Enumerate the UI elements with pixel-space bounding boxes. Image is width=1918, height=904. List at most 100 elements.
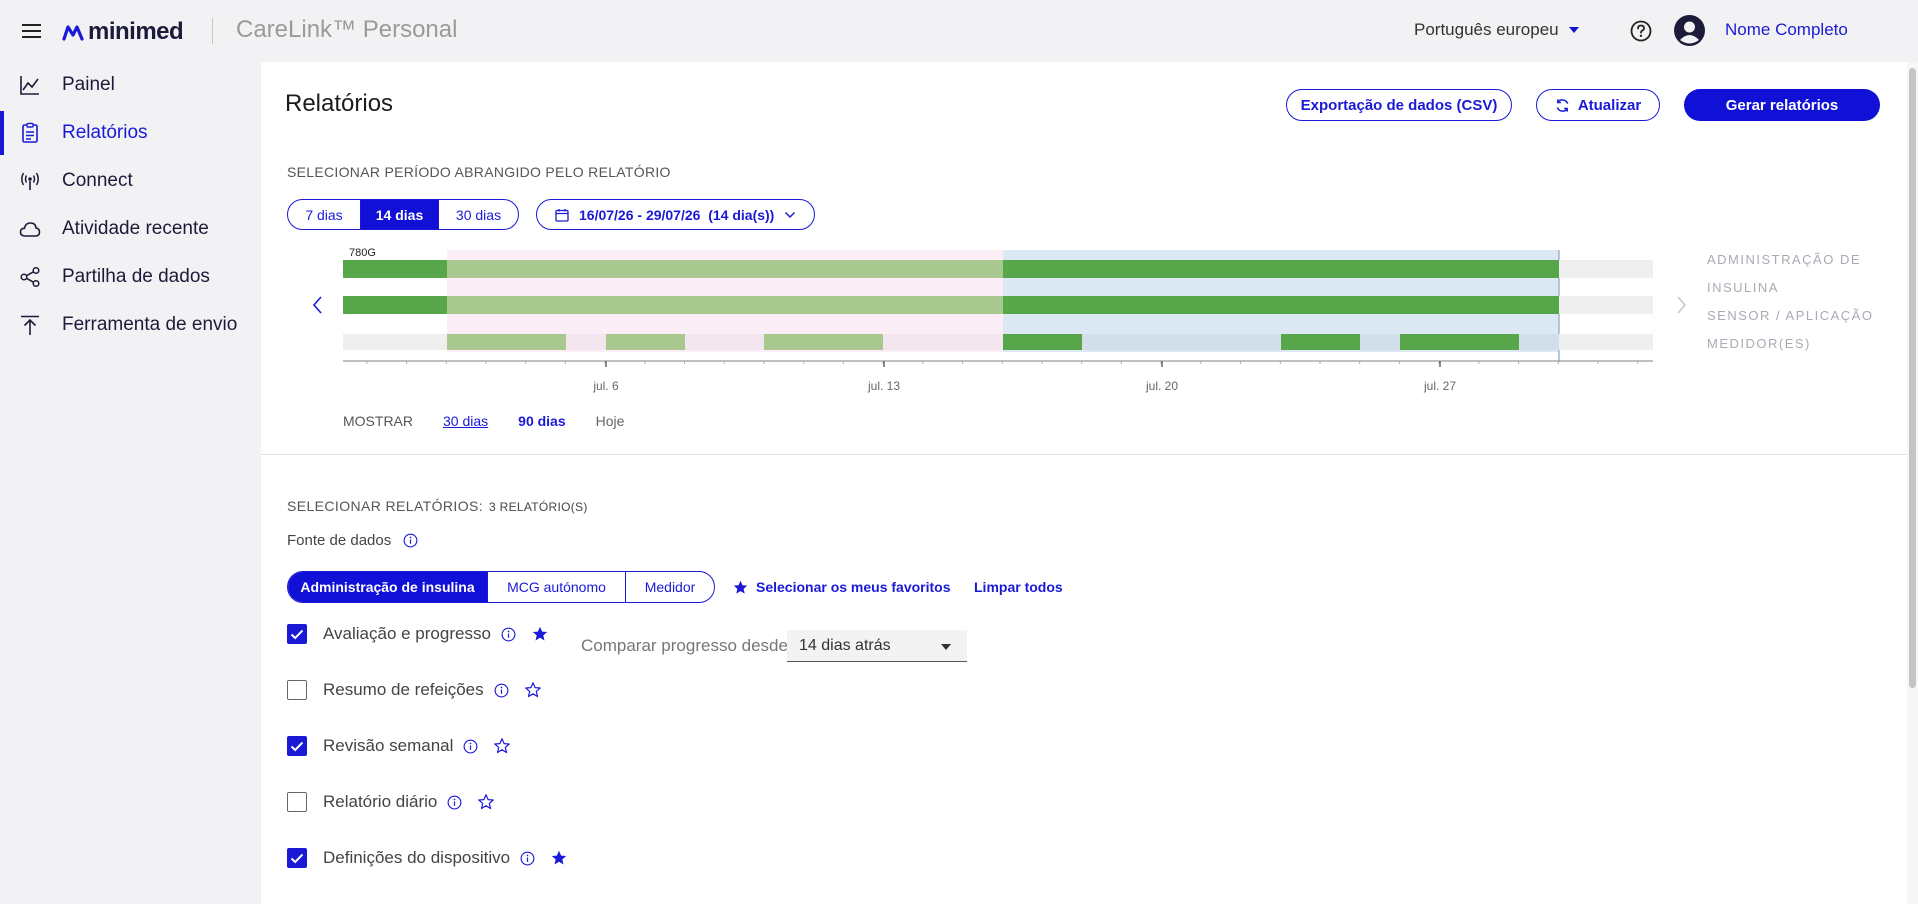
report-row: Avaliação e progresso [287, 622, 548, 646]
meter-bar [1400, 334, 1519, 350]
report-checkbox[interactable] [287, 624, 307, 644]
sidebar-item-label: Connect [62, 170, 133, 191]
minimed-logo-icon [62, 25, 84, 41]
report-label: Revisão semanal [323, 736, 454, 755]
sidebar-item-ferramenta-de-envio[interactable]: Ferramenta de envio [0, 303, 260, 347]
share-icon [20, 266, 40, 288]
check-icon [290, 741, 304, 751]
show-label: MOSTRAR [343, 413, 413, 429]
chevron-left-icon[interactable] [311, 295, 325, 315]
help-icon[interactable] [1630, 20, 1652, 42]
tab-insulin-delivery[interactable]: Administração de insulina [288, 572, 488, 602]
star-filled-icon[interactable] [551, 850, 567, 866]
show-range-row: MOSTRAR 30 dias 90 dias Hoje [343, 413, 624, 429]
scrollbar-thumb[interactable] [1909, 68, 1916, 688]
broadcast-icon [21, 172, 39, 190]
report-row: Revisão semanal [287, 734, 511, 758]
legend-insulin-1: ADMINISTRAÇÃO DE [1707, 252, 1862, 267]
insulin-bar [1003, 260, 1559, 278]
report-row: Definições do dispositivo [287, 846, 567, 870]
device-label: 780G [349, 247, 376, 259]
show-90-days-link[interactable]: 90 dias [518, 413, 565, 429]
report-checkbox[interactable] [287, 680, 307, 700]
meter-bar [764, 334, 883, 350]
info-icon[interactable] [494, 683, 509, 698]
compare-progress-label: Comparar progresso desde: [581, 636, 793, 655]
language-label: Português europeu [1414, 20, 1559, 39]
report-label: Avaliação e progresso [323, 624, 491, 643]
report-checkbox[interactable] [287, 792, 307, 812]
sensor-bar [343, 296, 447, 314]
select-favorites-button[interactable]: Selecionar os meus favoritos [733, 579, 951, 595]
sidebar-item-partilha-de-dados[interactable]: Partilha de dados [0, 255, 260, 299]
tick-label: jul. 20 [1145, 379, 1178, 393]
sidebar-item-relatorios[interactable]: Relatórios [0, 111, 260, 155]
info-icon[interactable] [501, 627, 516, 642]
coverage-timeline: jul. 6 jul. 13 jul. 20 jul. 27 780G [343, 247, 1653, 393]
data-source-tabs: Administração de insulina MCG autónomo M… [287, 571, 715, 603]
data-source-row: Fonte de dados [287, 532, 418, 549]
data-source-label: Fonte de dados [287, 532, 392, 549]
insulin-bar [343, 260, 447, 278]
show-30-days-link[interactable]: 30 dias [443, 413, 488, 429]
legend-sensor: SENSOR / APLICAÇÃO [1707, 308, 1874, 323]
upload-icon [21, 315, 39, 335]
sidebar-item-label: Partilha de dados [62, 266, 210, 287]
info-icon[interactable] [463, 739, 478, 754]
meter-bar [1003, 334, 1082, 350]
menu-icon[interactable] [22, 24, 41, 38]
sidebar-item-label: Relatórios [62, 122, 148, 143]
tick-label: jul. 6 [592, 379, 619, 393]
scrollbar[interactable] [1907, 62, 1918, 904]
sidebar-item-label: Atividade recente [62, 218, 209, 239]
main-panel: Relatórios Exportação de dados (CSV) Atu… [261, 62, 1907, 904]
compare-progress-select[interactable]: 14 dias atrás [787, 630, 967, 662]
star-outline-icon[interactable] [524, 682, 541, 698]
clear-all-button[interactable]: Limpar todos [974, 579, 1063, 595]
caret-down-icon [941, 644, 951, 650]
check-icon [290, 629, 304, 639]
report-checkbox[interactable] [287, 848, 307, 868]
sidebar-item-label: Ferramenta de envio [62, 314, 238, 335]
reports-section-label: SELECIONAR RELATÓRIOS: [287, 498, 484, 514]
header-divider [212, 18, 213, 44]
avatar[interactable] [1674, 15, 1705, 46]
report-label: Relatório diário [323, 792, 438, 811]
brand-name: minimed [88, 18, 184, 45]
info-icon[interactable] [520, 851, 535, 866]
user-name-link[interactable]: Nome Completo [1725, 20, 1848, 40]
top-bar: minimed CareLink™ Personal Português eur… [0, 0, 1918, 62]
meter-bar [447, 334, 566, 350]
legend-insulin-2: INSULINA [1707, 280, 1779, 295]
sidebar-item-connect[interactable]: Connect [0, 159, 260, 203]
meter-bar [1281, 334, 1360, 350]
compare-progress-value: 14 dias atrás [799, 636, 891, 654]
report-row: Relatório diário [287, 790, 495, 814]
star-outline-icon[interactable] [494, 738, 511, 754]
reports-count: 3 RELATÓRIO(S) [489, 500, 588, 514]
legend-meter: MEDIDOR(ES) [1707, 336, 1811, 351]
sidebar-item-painel[interactable]: Painel [0, 63, 260, 107]
sensor-bar [1003, 296, 1559, 314]
chevron-right-icon[interactable] [1674, 295, 1688, 315]
chart-line-icon [20, 76, 39, 95]
report-checkbox[interactable] [287, 736, 307, 756]
info-icon[interactable] [447, 795, 462, 810]
brand-logo: minimed [62, 18, 184, 46]
show-today-link[interactable]: Hoje [596, 413, 625, 429]
report-label: Resumo de refeições [323, 680, 484, 699]
sidebar-item-atividade-recente[interactable]: Atividade recente [0, 207, 260, 251]
section-divider [261, 454, 1907, 455]
star-outline-icon[interactable] [478, 794, 495, 810]
clipboard-icon [22, 122, 38, 143]
cloud-icon [19, 222, 41, 237]
sidebar: Painel Relatórios Connect Atividade rece… [0, 62, 260, 904]
tab-standalone-cgm[interactable]: MCG autónomo [488, 572, 626, 602]
insulin-bar [447, 260, 1003, 278]
info-icon[interactable] [403, 533, 418, 548]
tick-label: jul. 13 [867, 379, 900, 393]
caret-down-icon [1568, 27, 1579, 33]
tab-meter[interactable]: Medidor [626, 572, 714, 602]
star-filled-icon[interactable] [532, 626, 548, 642]
language-selector[interactable]: Português europeu [1414, 20, 1579, 40]
